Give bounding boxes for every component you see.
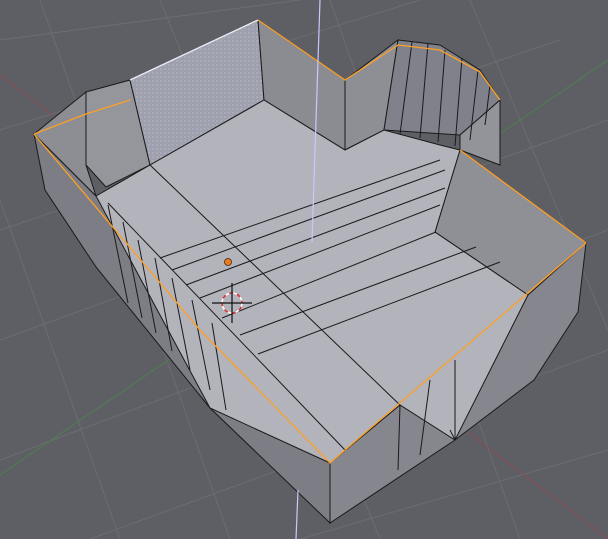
object-origin-dot[interactable] <box>224 258 232 266</box>
3d-viewport[interactable] <box>0 0 608 539</box>
viewport-canvas[interactable] <box>0 0 608 539</box>
z-axis-line-lower <box>295 489 299 539</box>
